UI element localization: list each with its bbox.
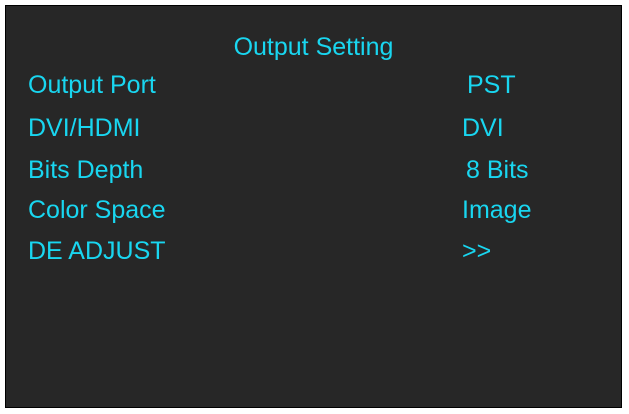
menu-item-dvi-hdmi[interactable]: DVI/HDMI DVI bbox=[6, 113, 621, 153]
menu-item-de-adjust[interactable]: DE ADJUST >> bbox=[6, 236, 621, 276]
menu-title: Output Setting bbox=[233, 33, 394, 61]
menu-item-label: DE ADJUST bbox=[28, 237, 166, 265]
menu-item-value: PST bbox=[467, 71, 516, 99]
menu-item-value: 8 Bits bbox=[466, 156, 529, 184]
menu-item-color-space[interactable]: Color Space Image bbox=[6, 195, 621, 235]
menu-item-value: Image bbox=[462, 196, 532, 224]
menu-item-label: Bits Depth bbox=[28, 156, 144, 184]
menu-item-label: DVI/HDMI bbox=[28, 114, 141, 142]
menu-item-label: Output Port bbox=[28, 71, 156, 99]
submenu-arrow: >> bbox=[462, 237, 492, 265]
output-setting-menu: Output Setting Output Port PST DVI/HDMI … bbox=[5, 5, 622, 408]
menu-item-label: Color Space bbox=[28, 196, 166, 224]
menu-item-bits-depth[interactable]: Bits Depth 8 Bits bbox=[6, 155, 621, 195]
menu-item-output-port[interactable]: Output Port PST bbox=[6, 70, 621, 110]
menu-item-value: DVI bbox=[462, 114, 504, 142]
